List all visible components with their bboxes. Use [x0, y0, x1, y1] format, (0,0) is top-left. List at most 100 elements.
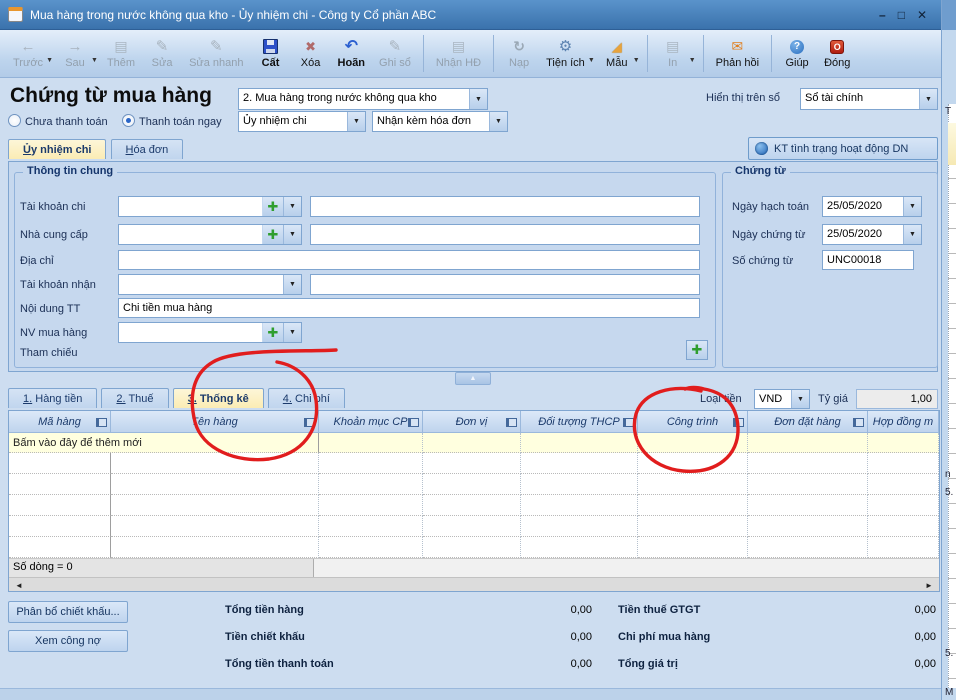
grid-cell[interactable]: [111, 474, 319, 495]
grid-cell[interactable]: [319, 474, 423, 495]
document-date-picker[interactable]: 25/05/2020 ▼: [822, 224, 922, 245]
pin-icon[interactable]: [304, 418, 315, 427]
grid-cell[interactable]: [423, 537, 521, 558]
table-row[interactable]: [9, 453, 939, 474]
toolbar-button-feedback[interactable]: ✉ Phản hồi: [709, 30, 766, 77]
grid-cell[interactable]: [9, 516, 111, 537]
add-reference-button[interactable]: ✚: [686, 340, 708, 360]
exchange-rate-field[interactable]: 1,00: [856, 389, 938, 409]
grid-cell[interactable]: [9, 474, 111, 495]
grid-cell[interactable]: [111, 537, 319, 558]
document-date-caret-icon[interactable]: ▼: [903, 225, 921, 244]
template-dropdown-caret-icon[interactable]: ▼: [633, 57, 640, 64]
toolbar-button-help[interactable]: ? Giúp: [777, 30, 817, 77]
grid-cell[interactable]: [638, 516, 748, 537]
view-debt-button[interactable]: Xem công nợ: [8, 630, 128, 652]
toolbar-button-delete[interactable]: ✖ Xóa: [291, 30, 331, 77]
invoice-mode-combobox[interactable]: Nhận kèm hóa đơn ▼: [372, 111, 508, 132]
grid-cell[interactable]: [111, 453, 319, 474]
currency-combobox[interactable]: VND ▼: [754, 389, 810, 409]
horizontal-scrollbar[interactable]: ◄ ►: [9, 577, 939, 592]
allocate-discount-button[interactable]: Phân bổ chiết khấu...: [8, 601, 128, 623]
grid-cell[interactable]: [748, 495, 868, 516]
grid-cell[interactable]: [868, 453, 939, 474]
purchase-staff-caret-icon[interactable]: ▼: [283, 323, 301, 342]
grid-cell[interactable]: [423, 516, 521, 537]
receive-account-combobox[interactable]: ▼: [118, 274, 302, 295]
grid-cell[interactable]: [319, 453, 423, 474]
currency-caret-icon[interactable]: ▼: [791, 390, 809, 408]
column-header-cong-trinh[interactable]: Công trình: [638, 411, 748, 433]
payment-method-combobox[interactable]: Ủy nhiệm chi ▼: [238, 111, 366, 132]
pin-icon[interactable]: [853, 418, 864, 427]
column-header-don-dat-hang[interactable]: Đơn đặt hàng: [748, 411, 868, 433]
toolbar-button-quick-edit[interactable]: ✎ Sửa nhanh: [182, 30, 250, 77]
doc-type-caret-icon[interactable]: ▼: [469, 89, 487, 109]
pay-account-combobox[interactable]: ✚ ▼: [118, 196, 302, 217]
grid-cell[interactable]: [868, 433, 939, 453]
toolbar-button-previous[interactable]: ← Trước: [6, 30, 50, 77]
grid-cell[interactable]: [868, 516, 939, 537]
toolbar-button-save[interactable]: Cất: [251, 30, 291, 77]
next-dropdown-caret-icon[interactable]: ▼: [91, 57, 98, 64]
pin-icon[interactable]: [506, 418, 517, 427]
grid-cell[interactable]: [319, 516, 423, 537]
posting-date-picker[interactable]: 25/05/2020 ▼: [822, 196, 922, 217]
receive-account-name-field[interactable]: [310, 274, 700, 295]
grid-cell[interactable]: [868, 495, 939, 516]
grid-cell[interactable]: [521, 537, 638, 558]
utilities-dropdown-caret-icon[interactable]: ▼: [588, 57, 595, 64]
grid-cell[interactable]: [319, 495, 423, 516]
radio-not-paid[interactable]: Chưa thanh toán: [8, 114, 108, 128]
posting-date-caret-icon[interactable]: ▼: [903, 197, 921, 216]
invoice-mode-caret-icon[interactable]: ▼: [489, 112, 507, 131]
pin-icon[interactable]: [408, 418, 419, 427]
pay-account-name-field[interactable]: [310, 196, 700, 217]
grid-cell[interactable]: [521, 433, 638, 453]
toolbar-button-next[interactable]: → Sau: [55, 30, 95, 77]
tab-thue[interactable]: 2. Thuế: [101, 388, 168, 408]
supplier-combobox[interactable]: ✚ ▼: [118, 224, 302, 245]
grid-cell[interactable]: [423, 474, 521, 495]
tab-thong-ke[interactable]: 3. Thống kê: [173, 388, 264, 408]
grid-cell[interactable]: [748, 516, 868, 537]
column-header-don-vi[interactable]: Đơn vị: [423, 411, 521, 433]
column-header-ma-hang[interactable]: Mã hàng: [9, 411, 111, 433]
grid-cell[interactable]: [638, 495, 748, 516]
toolbar-button-close-doc[interactable]: O Đóng: [817, 30, 857, 77]
grid-cell[interactable]: [868, 537, 939, 558]
add-new-row[interactable]: Bấm vào đây để thêm mới: [9, 433, 939, 453]
pin-icon[interactable]: [733, 418, 744, 427]
grid-cell[interactable]: [638, 453, 748, 474]
print-dropdown-caret-icon[interactable]: ▼: [689, 57, 696, 64]
toolbar-button-post[interactable]: ✎ Ghi sổ: [372, 30, 418, 77]
grid-cell[interactable]: [521, 516, 638, 537]
tab-hang-tien[interactable]: 1. Hàng tiền: [8, 388, 97, 408]
tab-hoa-don[interactable]: Hóa đơn: [111, 139, 184, 159]
grid-cell[interactable]: [868, 474, 939, 495]
toolbar-button-print[interactable]: ▤ In: [653, 30, 693, 77]
add-plus-icon[interactable]: ✚: [262, 323, 283, 342]
toolbar-button-template[interactable]: ◢ Mẫu: [597, 30, 637, 77]
add-new-row-text[interactable]: Bấm vào đây để thêm mới: [9, 433, 319, 453]
table-row[interactable]: [9, 537, 939, 558]
toolbar-button-undo[interactable]: ↶ Hoãn: [331, 30, 373, 77]
grid-cell[interactable]: [111, 495, 319, 516]
maximize-button[interactable]: □: [898, 8, 905, 22]
grid-cell[interactable]: [521, 453, 638, 474]
grid-cell[interactable]: [748, 537, 868, 558]
close-button[interactable]: ✕: [917, 8, 927, 22]
column-header-ten-hang[interactable]: Tên hàng: [111, 411, 319, 433]
grid-cell[interactable]: [638, 433, 748, 453]
grid-cell[interactable]: [319, 537, 423, 558]
grid-cell[interactable]: [9, 453, 111, 474]
column-header-doi-tuong-thcp[interactable]: Đối tượng THCP: [521, 411, 638, 433]
collapse-splitter-button[interactable]: ▲: [455, 372, 491, 385]
kt-status-button[interactable]: KT tình trạng hoạt động DN: [748, 137, 938, 160]
receive-account-caret-icon[interactable]: ▼: [283, 275, 301, 294]
table-row[interactable]: [9, 495, 939, 516]
radio-unchecked-icon[interactable]: [8, 114, 21, 127]
grid-cell[interactable]: [9, 495, 111, 516]
grid-cell[interactable]: [638, 537, 748, 558]
column-header-hop-dong[interactable]: Hợp đồng m: [868, 411, 939, 433]
